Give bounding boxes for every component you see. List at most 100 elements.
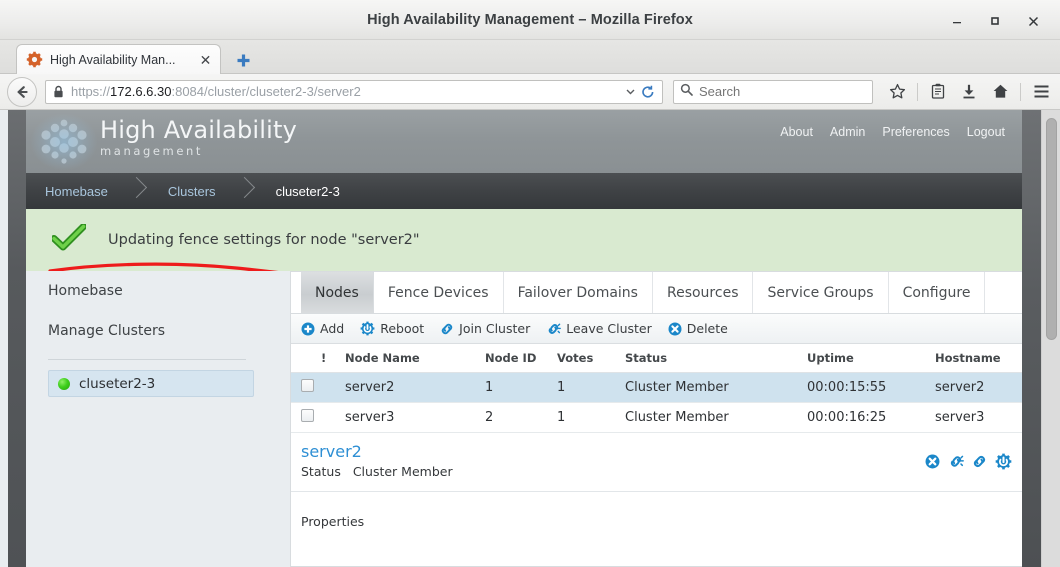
row-votes: 1 — [557, 372, 625, 403]
breadcrumb-homebase[interactable]: Homebase — [26, 173, 127, 209]
download-icon[interactable] — [955, 79, 983, 105]
delete-button[interactable]: Delete — [668, 321, 728, 336]
brand-subtitle: management — [100, 144, 204, 159]
page-frame-right — [1022, 110, 1041, 567]
page-scrollbar[interactable] — [1041, 110, 1060, 567]
top-nav-logout[interactable]: Logout — [967, 125, 1005, 139]
table-row[interactable]: server2 1 1 Cluster Member 00:00:15:55 s… — [291, 372, 1022, 403]
table-header-row: ! Node Name Node ID Votes Status Uptime … — [291, 344, 1022, 373]
browser-tab[interactable]: High Availability Man... ✕ — [16, 44, 221, 74]
logo-glow — [31, 114, 97, 170]
window-titlebar: High Availability Management – Mozilla F… — [0, 0, 1060, 40]
browser-tabstrip: High Availability Man... ✕ — [0, 40, 1060, 74]
window-title: High Availability Management – Mozilla F… — [367, 12, 693, 28]
th-votes: Votes — [557, 344, 625, 373]
row-checkbox[interactable] — [301, 379, 314, 392]
row-hostname: server3 — [935, 402, 1022, 433]
top-nav-admin[interactable]: Admin — [830, 125, 865, 139]
power-gear-icon — [360, 321, 375, 336]
minimize-button[interactable] — [938, 8, 976, 34]
page-viewport: High Availability management About Admin… — [0, 110, 1060, 567]
reader-icon[interactable] — [924, 79, 952, 105]
status-label: Status — [301, 464, 341, 480]
notification-banner: Updating fence settings for node "server… — [26, 209, 1022, 271]
toolbar-divider-2 — [1020, 82, 1021, 101]
firefox-window: High Availability Management – Mozilla F… — [0, 0, 1060, 567]
tab-fence-devices[interactable]: Fence Devices — [374, 272, 504, 313]
join-cluster-button[interactable]: Join Cluster — [440, 321, 530, 336]
tab-nodes[interactable]: Nodes — [301, 272, 374, 313]
brand-title: High Availability — [100, 116, 298, 144]
sidebar-cluster-label: cluseter2-3 — [79, 375, 156, 392]
web-page: High Availability management About Admin… — [26, 110, 1022, 567]
browser-toolbar-icons — [883, 79, 1055, 105]
search-input[interactable] — [699, 84, 849, 99]
add-button[interactable]: Add — [301, 321, 344, 336]
node-detail-info: server2 Status Cluster Member — [301, 442, 925, 479]
leave-cluster-label: Leave Cluster — [566, 321, 652, 336]
x-circle-icon — [668, 322, 682, 336]
reload-icon[interactable] — [639, 85, 657, 99]
new-tab-button[interactable] — [234, 51, 252, 69]
row-hostname: server2 — [935, 372, 1022, 403]
menu-icon[interactable] — [1027, 79, 1055, 105]
reboot-button[interactable]: Reboot — [360, 321, 424, 336]
row-status: Cluster Member — [625, 372, 807, 403]
link-icon[interactable] — [972, 454, 987, 474]
row-node-id: 1 — [485, 372, 557, 403]
viewport-margin-left — [0, 110, 8, 567]
node-detail-panel: server2 Status Cluster Member — [291, 433, 1022, 493]
x-circle-icon[interactable] — [925, 454, 940, 474]
sidebar-item-manage-clusters[interactable]: Manage Clusters — [26, 311, 266, 351]
leave-cluster-button[interactable]: Leave Cluster — [546, 321, 652, 336]
node-detail-status: Status Cluster Member — [301, 464, 925, 479]
gear-favicon-icon — [26, 51, 43, 68]
nodes-toolbar: Add Reboot Join Cluster Leave Cluster De… — [291, 314, 1022, 344]
toolbar-divider — [917, 82, 918, 101]
home-icon[interactable] — [986, 79, 1014, 105]
breadcrumb-clusters[interactable]: Clusters — [149, 173, 235, 209]
sidebar-item-homebase[interactable]: Homebase — [26, 271, 266, 311]
search-icon — [680, 83, 693, 101]
tab-close-icon[interactable]: ✕ — [197, 51, 214, 68]
top-nav-preferences[interactable]: Preferences — [882, 125, 949, 139]
th-node-name: Node Name — [345, 344, 485, 373]
tab-configure[interactable]: Configure — [889, 272, 986, 313]
properties-label: Properties — [301, 514, 365, 530]
breadcrumb: Homebase Clusters cluseter2-3 — [26, 173, 1022, 209]
sidebar-item-cluster[interactable]: cluseter2-3 — [48, 370, 254, 397]
broken-link-icon[interactable] — [948, 454, 964, 474]
tab-failover-domains[interactable]: Failover Domains — [504, 272, 653, 313]
bookmark-star-icon[interactable] — [883, 79, 911, 105]
breadcrumb-current: cluseter2-3 — [275, 183, 340, 199]
row-votes: 1 — [557, 402, 625, 433]
power-gear-icon[interactable] — [995, 453, 1012, 475]
url-text: https://172.6.6.30:8084/cluster/cluseter… — [71, 84, 621, 99]
back-button[interactable] — [7, 76, 37, 107]
tab-resources[interactable]: Resources — [653, 272, 754, 313]
node-detail-title[interactable]: server2 — [301, 442, 925, 461]
url-host: 172.6.6.30 — [110, 84, 172, 99]
top-nav-about[interactable]: About — [780, 125, 813, 139]
broken-link-icon — [546, 322, 562, 336]
sidebar-divider — [48, 359, 246, 360]
reboot-label: Reboot — [380, 321, 425, 336]
breadcrumb-separator-icon — [127, 173, 149, 209]
search-bar[interactable] — [673, 79, 873, 104]
row-alert-cell — [321, 372, 345, 403]
join-cluster-label: Join Cluster — [459, 321, 531, 336]
url-bar[interactable]: https://172.6.6.30:8084/cluster/cluseter… — [45, 79, 663, 104]
row-checkbox[interactable] — [301, 409, 314, 422]
row-checkbox-cell[interactable] — [291, 372, 321, 403]
add-label: Add — [320, 321, 345, 336]
th-select — [291, 344, 321, 373]
browser-tab-title: High Availability Man... — [50, 52, 176, 67]
table-row[interactable]: server3 2 1 Cluster Member 00:00:16:25 s… — [291, 402, 1022, 433]
close-button[interactable] — [1014, 8, 1052, 34]
maximize-button[interactable] — [976, 8, 1014, 34]
row-checkbox-cell[interactable] — [291, 402, 321, 433]
chevron-down-icon[interactable] — [621, 86, 639, 97]
page-body: Homebase Manage Clusters cluseter2-3 Nod… — [26, 271, 1022, 567]
scrollbar-thumb[interactable] — [1046, 118, 1057, 340]
tab-service-groups[interactable]: Service Groups — [753, 272, 889, 313]
